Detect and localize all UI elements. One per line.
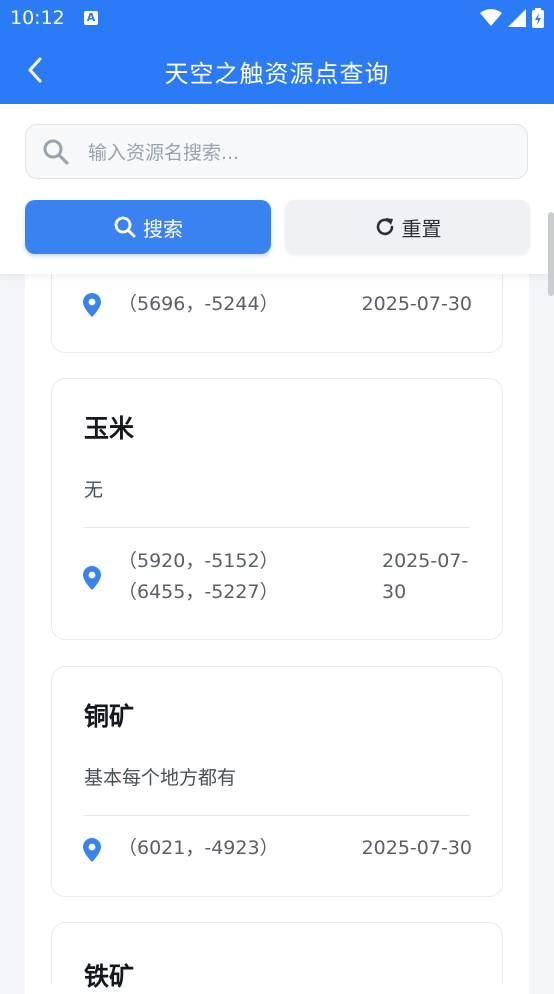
- resource-card[interactable]: 铁矿: [51, 922, 503, 991]
- resource-date: 2025-07-30: [361, 293, 472, 315]
- coord-line: （5696，-5244）: [118, 293, 279, 315]
- resource-desc: 无: [84, 479, 104, 501]
- location-pin-icon: [83, 566, 101, 590]
- status-icons: [480, 8, 544, 28]
- resource-coords: （6021，-4923）: [118, 833, 279, 864]
- search-button-label: 搜索: [143, 216, 183, 241]
- resource-coords: （5696，-5244）: [118, 289, 279, 320]
- resource-name: 铁矿: [84, 962, 135, 991]
- refresh-icon: [376, 218, 393, 236]
- location-pin-icon: [83, 293, 101, 317]
- divider: [84, 527, 470, 528]
- search-icon: [114, 216, 136, 238]
- battery-icon: [532, 8, 544, 28]
- resource-card[interactable]: 铜矿 基本每个地方都有 （6021，-4923） 2025-07-30: [51, 666, 503, 897]
- location-pin-icon: [83, 838, 101, 862]
- search-icon: [43, 139, 69, 165]
- reset-button[interactable]: 重置: [285, 200, 530, 254]
- coord-line: （5920，-5152）: [118, 550, 279, 572]
- signal-icon: [508, 9, 526, 27]
- date-line: 2025-07-: [382, 550, 469, 572]
- coord-line: （6021，-4923）: [118, 837, 279, 859]
- resource-name: 铜矿: [84, 702, 135, 731]
- date-line: 30: [382, 581, 407, 603]
- search-box: [25, 124, 528, 179]
- status-bar: 10:12 A: [0, 0, 554, 36]
- search-button[interactable]: 搜索: [25, 200, 271, 254]
- search-input[interactable]: [86, 135, 510, 171]
- reset-button-label: 重置: [401, 216, 442, 241]
- coord-line: （6455，-5227）: [118, 581, 279, 603]
- page-title: 天空之触资源点查询: [164, 60, 390, 88]
- wifi-icon: [480, 9, 502, 26]
- search-panel: 搜索 重置: [0, 104, 554, 274]
- status-time: 10:12: [10, 7, 65, 29]
- resource-coords: （5920，-5152） （6455，-5227）: [118, 546, 279, 608]
- resource-name: 玉米: [84, 414, 135, 443]
- divider: [84, 815, 470, 816]
- app-bar: 天空之触资源点查询: [0, 36, 554, 104]
- resource-desc: 基本每个地方都有: [84, 767, 237, 789]
- resource-date: 2025-07- 30: [382, 546, 468, 608]
- scrollbar[interactable]: [548, 212, 554, 296]
- resource-card[interactable]: 玉米 无 （5920，-5152） （6455，-5227） 2025-07- …: [51, 378, 503, 640]
- notification-a-icon: A: [84, 11, 98, 25]
- resource-date: 2025-07-30: [361, 837, 472, 859]
